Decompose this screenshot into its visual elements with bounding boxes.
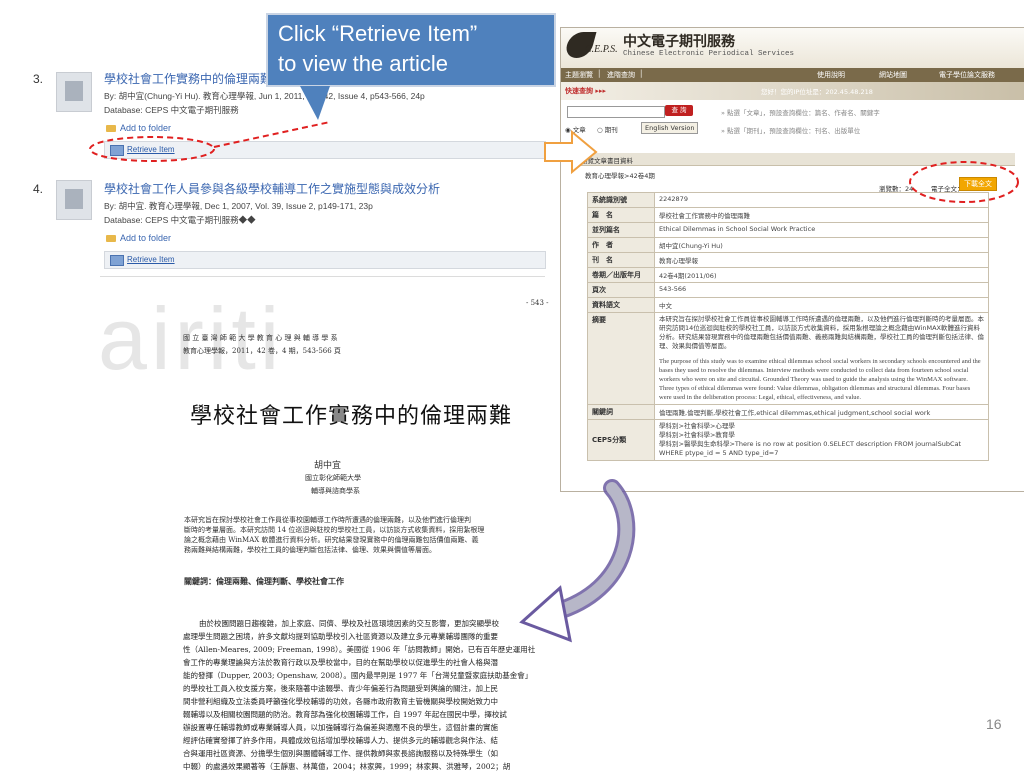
connector-line xyxy=(213,121,331,148)
download-highlight-ellipse xyxy=(909,161,1019,203)
slide-number: 16 xyxy=(986,716,1002,732)
annotation-overlay xyxy=(89,86,1019,643)
orange-arrow-icon xyxy=(544,129,598,175)
curved-arrow-head-icon xyxy=(519,585,572,643)
callout-pointer xyxy=(300,86,330,120)
retrieve-highlight-ellipse xyxy=(89,136,215,162)
